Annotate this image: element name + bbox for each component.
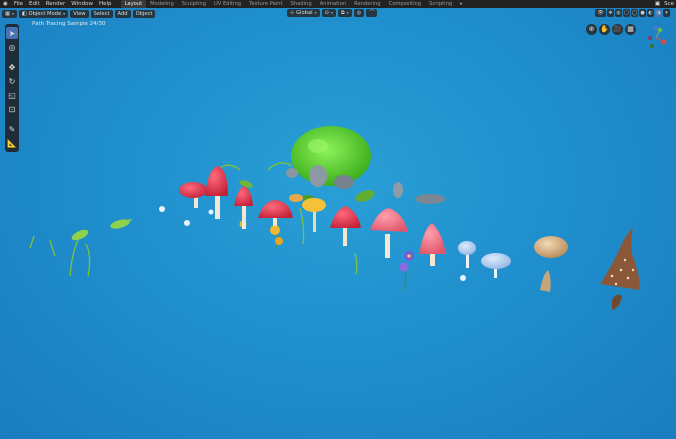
tab-animation[interactable]: Animation bbox=[316, 0, 350, 8]
mushroom-red-1 bbox=[179, 182, 207, 208]
mushroom-blue-2 bbox=[481, 253, 511, 278]
tab-sculpting[interactable]: Sculpting bbox=[178, 0, 210, 8]
menu-window[interactable]: Window bbox=[68, 0, 96, 8]
tool-shelf: ➤ ◎ ✥ ↻ ◱ ⊡ ✎ 📐 bbox=[5, 24, 19, 152]
tab-texture-paint[interactable]: Texture Paint bbox=[245, 0, 286, 8]
scene-name[interactable]: Sce bbox=[662, 1, 676, 7]
pencil-icon[interactable]: ✎ bbox=[6, 123, 18, 135]
wireframe-shading-icon[interactable]: ◯ bbox=[631, 9, 638, 17]
tab-scripting[interactable]: Scripting bbox=[425, 0, 456, 8]
tab-shading[interactable]: Shading bbox=[287, 0, 316, 8]
pivot-point-icon[interactable]: ⊙ ▾ bbox=[321, 9, 336, 17]
render-status-text: Path Tracing Sample 24/30 bbox=[32, 21, 106, 27]
mode-selector[interactable]: ◧ Object Mode ▾ bbox=[18, 9, 69, 18]
ruler-icon[interactable]: 📐 bbox=[6, 137, 18, 149]
scene-selector: ▣ Sce bbox=[653, 0, 676, 8]
gizmo-z-axis[interactable] bbox=[653, 25, 659, 31]
camera-icon[interactable]: 🎥 bbox=[612, 24, 623, 35]
purple-flowers bbox=[399, 251, 414, 291]
rotate-icon[interactable]: ↻ bbox=[6, 75, 18, 87]
pan-hand-icon[interactable]: ✋ bbox=[599, 24, 610, 35]
visibility-icon[interactable]: 👁 bbox=[595, 9, 606, 17]
mode-icon: ◧ bbox=[21, 10, 27, 17]
gizmo-x-axis[interactable] bbox=[661, 39, 667, 45]
mushroom-red-2 bbox=[205, 166, 228, 219]
menu-edit[interactable]: Edit bbox=[26, 0, 43, 8]
mode-label: Object Mode bbox=[28, 10, 62, 17]
tab-uv-editing[interactable]: UV Editing bbox=[210, 0, 245, 8]
menu-object[interactable]: Object bbox=[132, 9, 156, 18]
gizmo-y-axis[interactable] bbox=[657, 27, 663, 33]
overlays-icon[interactable]: ◍ bbox=[615, 9, 622, 17]
falloff-icon[interactable]: ⌒ bbox=[366, 9, 378, 17]
tab-layout[interactable]: Layout bbox=[120, 0, 147, 8]
rendered-scene bbox=[29, 126, 640, 310]
tab-rendering[interactable]: Rendering bbox=[350, 0, 385, 8]
menu-render[interactable]: Render bbox=[43, 0, 69, 8]
shading-options-icon[interactable]: ▾ bbox=[663, 9, 670, 17]
editor-type-icon[interactable]: ▦ ▾ bbox=[2, 9, 17, 18]
target-icon[interactable]: ◎ bbox=[6, 41, 18, 53]
transform-controls: ⊹ Global ▾ ⊙ ▾ ⧉ ▾ ◎ ⌒ bbox=[285, 9, 378, 17]
moss-bush bbox=[291, 126, 371, 186]
transform-icon[interactable]: ⊡ bbox=[6, 103, 18, 115]
menu-file[interactable]: File bbox=[11, 0, 26, 8]
gizmo-neg-x[interactable] bbox=[648, 36, 652, 40]
tab-modeling[interactable]: Modeling bbox=[146, 0, 178, 8]
workspace-overflow-icon[interactable]: ▸ bbox=[456, 0, 467, 8]
rendered-shading-icon[interactable]: ◑ bbox=[655, 9, 662, 17]
mushroom-pink-1 bbox=[370, 208, 408, 258]
3d-viewport[interactable]: ▦ ▾ ◧ Object Mode ▾ View Select Add Object… bbox=[0, 8, 676, 439]
shading-controls: 👁 ✥ ◍ ▢ ◯ ● ◐ ◑ ▾ bbox=[594, 9, 670, 17]
gizmo-toggle-icon[interactable]: ✥ bbox=[607, 9, 614, 17]
workspace-tabs: Layout Modeling Sculpting UV Editing Tex… bbox=[120, 0, 467, 8]
top-bar: ◉ File Edit Render Window Help Layout Mo… bbox=[0, 0, 676, 8]
snap-icon[interactable]: ⧉ ▾ bbox=[337, 9, 352, 17]
mushroom-red-5 bbox=[330, 206, 361, 246]
scene-icon[interactable]: ▣ bbox=[653, 1, 662, 7]
zoom-icon[interactable]: ⊕ bbox=[586, 24, 597, 35]
mushroom-yellow bbox=[289, 194, 326, 232]
cursor-icon[interactable]: ➤ bbox=[6, 27, 18, 39]
scale-icon[interactable]: ◱ bbox=[6, 89, 18, 101]
solid-shading-icon[interactable]: ● bbox=[639, 9, 646, 17]
material-shading-icon[interactable]: ◐ bbox=[647, 9, 654, 17]
mushroom-pink-2 bbox=[419, 223, 446, 266]
menu-select[interactable]: Select bbox=[90, 9, 113, 18]
axis-gizmo[interactable] bbox=[642, 24, 670, 52]
menu-help[interactable]: Help bbox=[96, 0, 115, 8]
gizmo-neg-y[interactable] bbox=[650, 44, 654, 48]
blender-logo-icon[interactable]: ◉ bbox=[0, 0, 11, 8]
mushroom-brown bbox=[600, 228, 640, 310]
mushroom-blue-1 bbox=[458, 241, 476, 268]
transform-orientation[interactable]: ⊹ Global ▾ bbox=[287, 9, 320, 17]
mushroom-red-4 bbox=[258, 200, 293, 226]
menu-view[interactable]: View bbox=[70, 9, 89, 18]
move-icon[interactable]: ✥ bbox=[6, 61, 18, 73]
orientation-label: Global bbox=[296, 10, 313, 16]
menu-add[interactable]: Add bbox=[114, 9, 131, 18]
tab-compositing[interactable]: Compositing bbox=[385, 0, 426, 8]
mushroom-red-3 bbox=[234, 186, 253, 229]
viewport-header: ▦ ▾ ◧ Object Mode ▾ View Select Add Object… bbox=[0, 8, 676, 19]
orientation-icon: ⊹ bbox=[290, 10, 295, 16]
mushroom-tan bbox=[534, 236, 568, 292]
xray-icon[interactable]: ▢ bbox=[623, 9, 630, 17]
navigation-buttons: ⊕ ✋ 🎥 ▦ bbox=[584, 24, 636, 35]
grid-view-icon[interactable]: ▦ bbox=[625, 24, 636, 35]
proportional-edit-icon[interactable]: ◎ bbox=[353, 9, 365, 17]
small-flowers bbox=[159, 206, 466, 281]
